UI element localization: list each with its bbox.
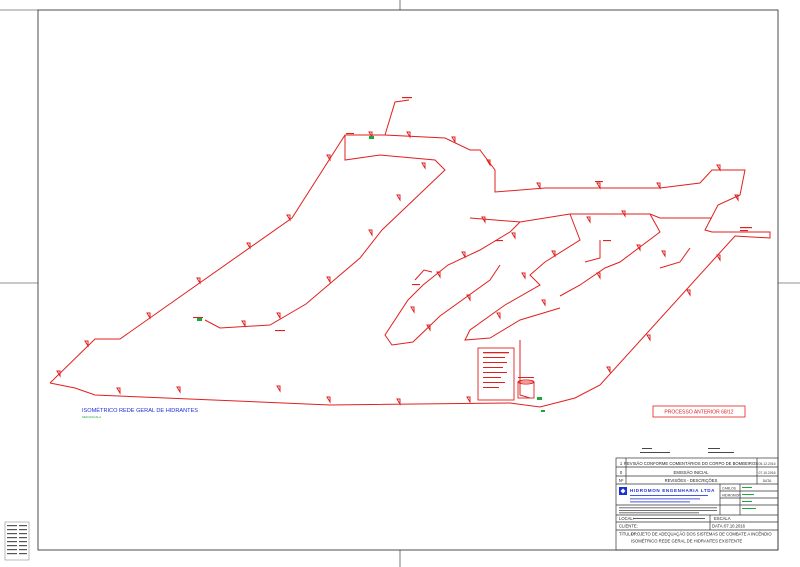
project-title-line2: ISOMÉTRICO REDE GERAL DE HIDRANTES EXIST…: [631, 539, 743, 544]
local-label: LOCAL:: [619, 516, 634, 521]
drawing-date: 07.10.2016: [724, 524, 746, 529]
rev-1-date: 05.12.2016: [759, 462, 776, 466]
signer-2: HIDROMON: [722, 494, 741, 498]
company-name: HIDROMON ENGENHARIA LTDA: [630, 488, 715, 493]
drawing-sheet: ISOMÉTRICO REDE GERAL DE HIDRANTES SEM E…: [0, 0, 800, 567]
rev-header-no: Nº: [619, 478, 624, 483]
process-box-label: PROCESSO ANTERIOR 68/12: [664, 410, 733, 416]
rev-0-date: 07.10.2016: [759, 471, 776, 475]
signer-1: CARLOS: [722, 487, 737, 491]
company-logo: [619, 487, 627, 495]
project-title-line1: PROJETO DE ADEQUAÇÃO DOS SISTEMAS DE COM…: [631, 532, 772, 537]
cliente-label: CLIENTE:: [619, 524, 638, 529]
escala-label: ESCALA: [714, 516, 731, 521]
drawing-caption: ISOMÉTRICO REDE GERAL DE HIDRANTES: [82, 407, 198, 414]
drawing-caption-scale: SEM ESCALA: [82, 415, 101, 419]
rev-0-description: EMISSÃO INICIAL: [674, 470, 710, 475]
rev-header-description: REVISÕES - DESCRIÇÕES: [665, 478, 718, 483]
rev-header-date: DATA: [763, 479, 772, 483]
data-label: DATA:: [712, 524, 724, 529]
rev-1-description: REVISÃO CONFORME COMENTÁRIOS DO CORPO DE…: [624, 461, 758, 466]
